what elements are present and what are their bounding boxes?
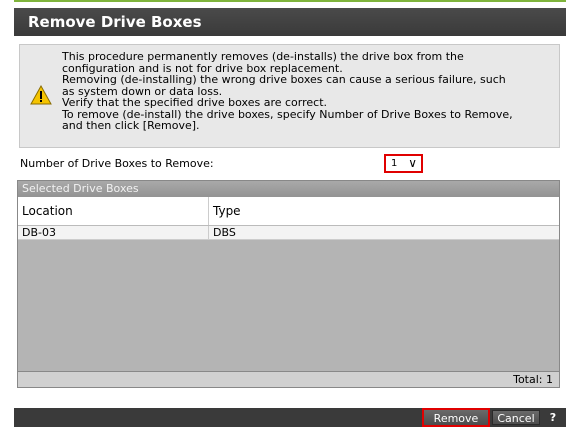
- warning-line: This procedure permanently removes (de-i…: [62, 50, 464, 75]
- column-header-type[interactable]: Type: [209, 197, 559, 225]
- warning-text: This procedure permanently removes (de-i…: [62, 51, 556, 132]
- cancel-button[interactable]: Cancel: [492, 410, 540, 425]
- drive-box-count-label: Number of Drive Boxes to Remove:: [20, 157, 214, 170]
- dialog-title: Remove Drive Boxes: [28, 13, 202, 31]
- warning-box: This procedure permanently removes (de-i…: [19, 44, 560, 148]
- table-cell-location: DB-03: [18, 226, 209, 239]
- table-cell-type: DBS: [213, 226, 236, 239]
- remove-button[interactable]: Remove: [422, 408, 490, 427]
- dialog-footer: Remove Cancel ?: [14, 408, 566, 427]
- drive-box-count-row: Number of Drive Boxes to Remove: 1 ∨: [20, 154, 560, 174]
- selected-drive-boxes-panel: Selected Drive Boxes Location Type DB-03…: [17, 180, 560, 388]
- warning-triangle-icon: [30, 85, 52, 105]
- dialog-title-bar: Remove Drive Boxes: [14, 8, 566, 36]
- top-accent-bar: [14, 0, 566, 2]
- drive-box-count-value: 1: [391, 158, 398, 169]
- warning-line: Verify that the specified drive boxes ar…: [62, 96, 328, 109]
- table-empty-area: [18, 240, 559, 372]
- remove-drive-boxes-dialog: Remove Drive Boxes This procedure perman…: [0, 0, 566, 427]
- panel-section-title: Selected Drive Boxes: [18, 181, 559, 197]
- column-header-location[interactable]: Location: [18, 197, 209, 225]
- chevron-down-icon: ∨: [408, 156, 417, 170]
- drive-box-count-select[interactable]: 1 ∨: [384, 154, 423, 173]
- table-total: Total: 1: [18, 371, 559, 387]
- table-header-row: Location Type: [18, 197, 559, 226]
- warning-line: Removing (de-installing) the wrong drive…: [62, 73, 506, 98]
- table-row[interactable]: DB-03 DBS: [18, 226, 559, 240]
- warning-line: To remove (de-install) the drive boxes, …: [62, 107, 513, 132]
- help-button[interactable]: ?: [542, 410, 564, 425]
